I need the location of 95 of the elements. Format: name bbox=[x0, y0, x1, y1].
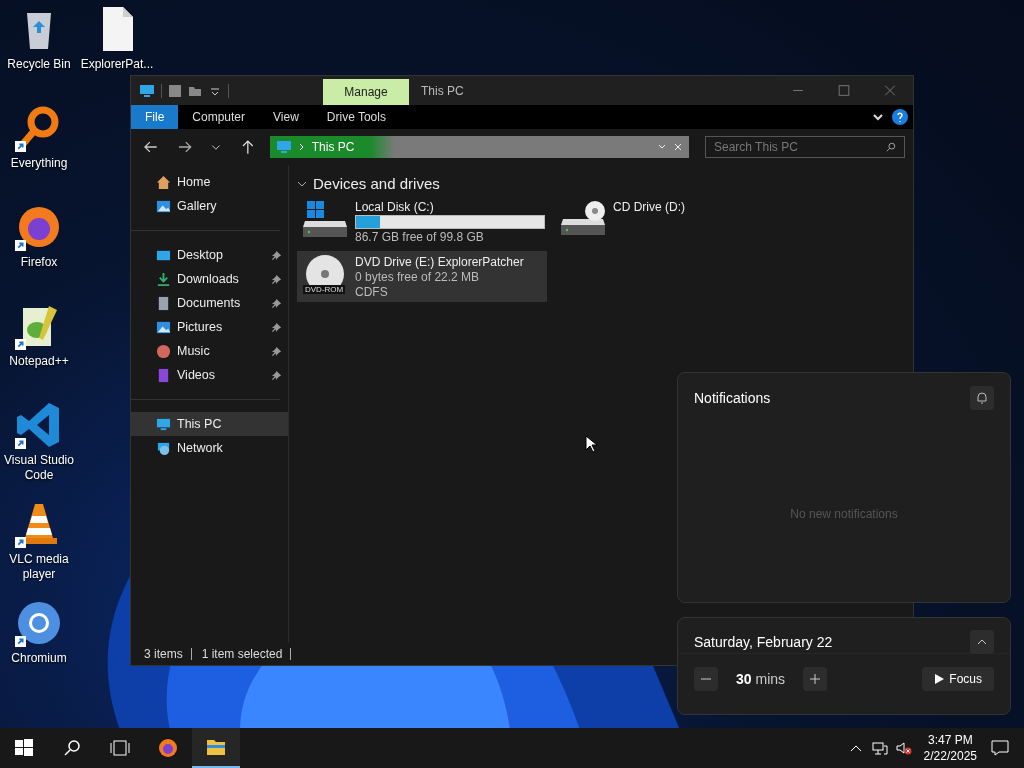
drive-name: CD Drive (D:) bbox=[613, 200, 685, 214]
drive-tile[interactable]: DVD-ROM DVD Drive (E:) ExplorerPatcher 0 bytes free of 22.2 MB CDFS bbox=[297, 251, 547, 302]
forward-arrow-icon[interactable] bbox=[176, 139, 193, 155]
action-center-icon[interactable] bbox=[991, 739, 1009, 757]
address-bar[interactable]: This PC bbox=[269, 136, 689, 158]
desktop-shortcut[interactable]: Everything bbox=[0, 104, 78, 203]
focus-duration: 30 mins bbox=[735, 671, 787, 687]
help-icon[interactable] bbox=[892, 109, 908, 125]
nav-item[interactable]: Videos bbox=[131, 363, 288, 387]
bell-icon[interactable] bbox=[970, 386, 994, 410]
drive-info: 86.7 GB free of 99.8 GB bbox=[355, 230, 485, 244]
shortcut-arrow-icon bbox=[15, 438, 26, 449]
volume-muted-icon[interactable] bbox=[895, 740, 912, 756]
nav-item[interactable]: Documents bbox=[131, 291, 288, 315]
clock-date[interactable]: 2/22/2025 bbox=[923, 748, 977, 764]
nav-item[interactable]: Network bbox=[131, 436, 288, 460]
shortcut-arrow-icon bbox=[15, 636, 26, 647]
pin-icon[interactable] bbox=[271, 297, 282, 309]
firefox-icon bbox=[158, 738, 178, 758]
desktop-shortcut[interactable]: Firefox bbox=[0, 203, 78, 302]
network-icon bbox=[156, 440, 171, 456]
desktop-shortcut[interactable]: Recycle Bin bbox=[0, 5, 78, 104]
desktop-shortcut[interactable]: VLC media player bbox=[0, 500, 78, 599]
search-icon bbox=[62, 738, 82, 758]
nav-item[interactable]: This PC bbox=[131, 412, 288, 436]
music-icon bbox=[156, 343, 171, 359]
plus-button[interactable] bbox=[803, 667, 828, 691]
desktop-shortcut[interactable]: Chromium bbox=[0, 599, 78, 698]
calendar-date: Saturday, February 22 bbox=[694, 633, 833, 650]
monitor-icon bbox=[275, 139, 292, 155]
focus-button[interactable]: Focus bbox=[922, 667, 994, 691]
desktop-shortcut[interactable]: ExplorerPat... bbox=[78, 5, 156, 104]
nav-item[interactable]: Downloads bbox=[131, 267, 288, 291]
search-icon bbox=[886, 142, 896, 152]
nav-item[interactable]: Pictures bbox=[131, 315, 288, 339]
checkbox-icon[interactable] bbox=[168, 84, 182, 98]
drive-info: CDFS bbox=[355, 285, 389, 299]
monitor-icon bbox=[156, 416, 171, 432]
drive-info: 0 bytes free of 22.2 MB bbox=[355, 270, 481, 284]
nav-item[interactable]: Gallery bbox=[131, 194, 288, 218]
shortcut-arrow-icon bbox=[15, 141, 26, 152]
ribbon-tab[interactable]: View bbox=[259, 105, 313, 129]
windows-logo-icon bbox=[14, 738, 34, 758]
search-field[interactable]: Search This PC bbox=[705, 136, 905, 158]
monitor-icon bbox=[139, 83, 155, 99]
image-icon bbox=[156, 319, 171, 335]
network-icon[interactable] bbox=[871, 740, 888, 756]
clock-time[interactable]: 3:47 PM bbox=[927, 732, 973, 748]
image-icon bbox=[156, 198, 171, 214]
desktop-shortcut[interactable]: Notepad++ bbox=[0, 302, 78, 401]
pin-icon[interactable] bbox=[271, 345, 282, 357]
address-path[interactable]: This PC bbox=[311, 140, 355, 154]
disc-label: DVD-ROM bbox=[303, 285, 346, 294]
nav-item[interactable]: Home bbox=[131, 170, 288, 194]
clear-icon[interactable] bbox=[673, 142, 683, 152]
download-icon bbox=[156, 271, 171, 287]
mouse-cursor-icon bbox=[585, 435, 597, 453]
pin-icon[interactable] bbox=[271, 321, 282, 333]
folder-icon[interactable] bbox=[188, 84, 202, 98]
section-header[interactable]: Devices and drives bbox=[313, 175, 440, 192]
drive-name: DVD Drive (E:) ExplorerPatcher bbox=[355, 255, 524, 269]
chevron-right-icon bbox=[297, 143, 306, 151]
status-text: 1 item selected bbox=[201, 648, 292, 660]
play-icon bbox=[934, 674, 945, 684]
video-icon bbox=[156, 367, 171, 383]
task-view-icon bbox=[110, 738, 130, 758]
shortcut-arrow-icon bbox=[15, 537, 26, 548]
up-arrow-icon[interactable] bbox=[240, 139, 256, 155]
ribbon-tab[interactable]: File bbox=[131, 105, 179, 129]
window-title: This PC bbox=[420, 84, 464, 100]
pin-icon[interactable] bbox=[271, 249, 282, 261]
taskbar-app-button[interactable] bbox=[192, 728, 240, 768]
shortcut-arrow-icon bbox=[15, 339, 26, 350]
nav-item[interactable]: Desktop bbox=[131, 243, 288, 267]
contextual-tab-header: Manage bbox=[323, 79, 409, 105]
drive-tile[interactable]: CD Drive (D:) bbox=[555, 196, 805, 247]
house-icon bbox=[156, 174, 171, 190]
drive-name: Local Disk (C:) bbox=[355, 200, 435, 214]
folder-icon bbox=[206, 737, 226, 757]
ribbon-tab[interactable]: Computer bbox=[178, 105, 260, 129]
document-icon bbox=[156, 295, 171, 311]
system-drive-icon bbox=[301, 199, 349, 239]
pin-icon[interactable] bbox=[271, 369, 282, 381]
pin-icon[interactable] bbox=[271, 273, 282, 285]
back-arrow-icon[interactable] bbox=[143, 139, 159, 155]
minus-button[interactable] bbox=[694, 667, 718, 691]
desktop-shortcut[interactable]: Visual Studio Code bbox=[0, 401, 78, 500]
chromium-icon bbox=[15, 599, 63, 647]
panel-title: Notifications bbox=[694, 390, 771, 406]
drive-tile[interactable]: Local Disk (C:) 86.7 GB free of 99.8 GB bbox=[297, 196, 547, 247]
shortcut-arrow-icon bbox=[15, 240, 26, 251]
ribbon-tab[interactable]: Drive Tools bbox=[312, 105, 400, 129]
status-text: 3 items bbox=[144, 648, 192, 660]
nav-item[interactable]: Music bbox=[131, 339, 288, 363]
chevron-down-icon[interactable] bbox=[872, 111, 884, 123]
